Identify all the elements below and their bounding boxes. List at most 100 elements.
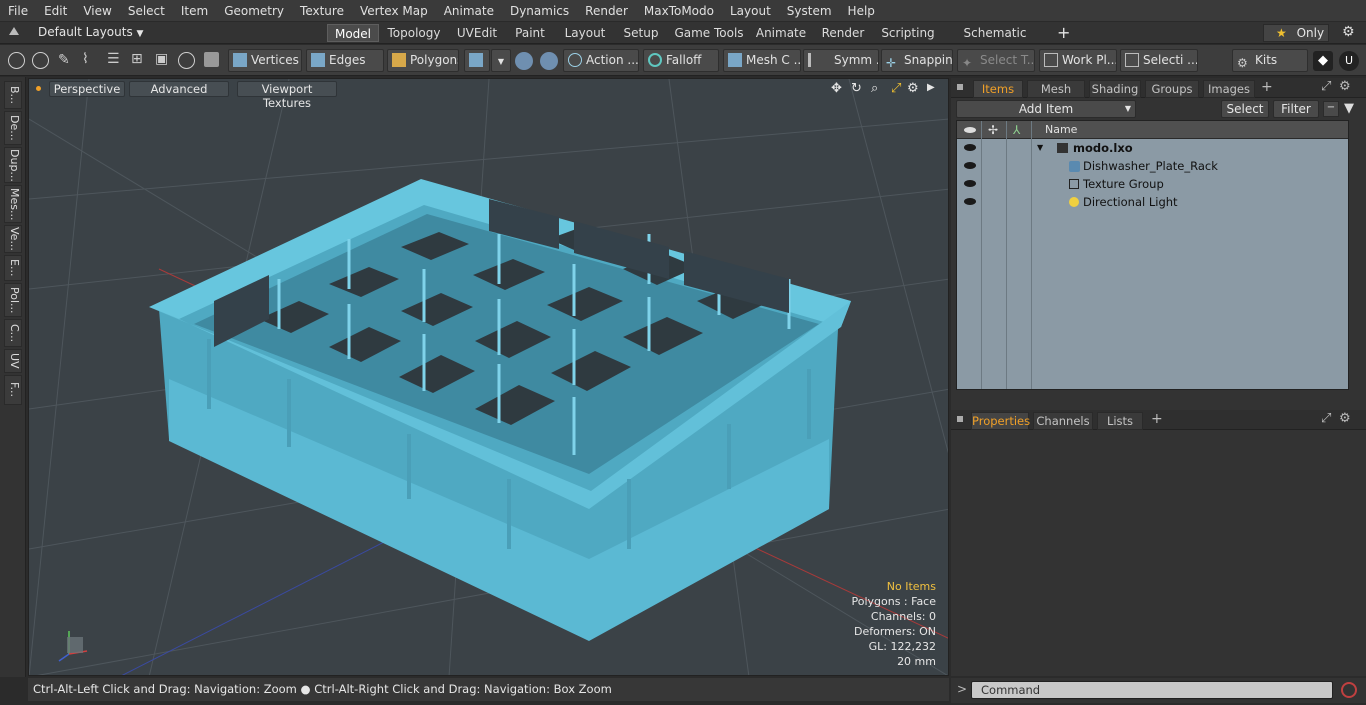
falloff-button[interactable]: Falloff	[643, 49, 719, 72]
left-tab-basic[interactable]: B...	[4, 81, 22, 109]
left-tab-deform[interactable]: De...	[4, 111, 22, 145]
menu-render[interactable]: Render	[577, 0, 636, 22]
tab-uvedit[interactable]: UVEdit	[451, 24, 503, 42]
brush-icon[interactable]: ⌇	[82, 51, 89, 67]
work-plane-button[interactable]: Work Pl...	[1039, 49, 1117, 72]
menu-dynamics[interactable]: Dynamics	[502, 0, 577, 22]
eye-icon[interactable]	[964, 144, 976, 151]
snapping-button[interactable]: ✛ Snapping	[881, 49, 953, 72]
tab-images[interactable]: Images	[1203, 80, 1255, 98]
list-item[interactable]: Texture Group	[957, 175, 1348, 193]
left-tab-edge[interactable]: E...	[4, 255, 22, 281]
left-tab-polygon[interactable]: Pol...	[4, 283, 22, 317]
tab-paint[interactable]: Paint	[509, 24, 551, 42]
tab-schematic-fusion[interactable]: Schematic Fusion	[947, 24, 1043, 58]
tab-scripting[interactable]: Scripting	[878, 24, 938, 42]
collapse-icon[interactable]: −	[1323, 101, 1339, 117]
gear-icon[interactable]: ⚙	[1342, 24, 1355, 40]
dishwasher-plate-rack[interactable]	[149, 179, 851, 641]
symmetry-icon-a[interactable]	[515, 52, 533, 70]
tab-lists[interactable]: Lists	[1097, 412, 1143, 430]
polygons-button[interactable]: Polygons	[387, 49, 459, 72]
viewport-scene[interactable]	[29, 79, 949, 676]
menu-item[interactable]: Item	[173, 0, 216, 22]
rotate-view-icon[interactable]: ↻	[851, 81, 862, 96]
menu-edit[interactable]: Edit	[36, 0, 75, 22]
symmetry-button[interactable]: Symm ...	[803, 49, 879, 72]
item-mode-icon[interactable]	[204, 52, 219, 67]
advanced-button[interactable]: Advanced	[129, 81, 229, 97]
expand-triangle-icon[interactable]: ▼	[1037, 139, 1043, 157]
panel-menu-icon[interactable]	[957, 84, 963, 90]
panel-gear-icon[interactable]: ⚙	[1339, 411, 1351, 426]
record-icon[interactable]	[1341, 682, 1357, 698]
vertices-button[interactable]: Vertices	[228, 49, 302, 72]
element-icon[interactable]: ▣	[155, 51, 168, 67]
expand-icon[interactable]: ⤢	[1321, 79, 1331, 94]
tab-model[interactable]: Model	[327, 24, 379, 42]
add-tab-icon[interactable]: +	[1057, 23, 1070, 42]
tab-shading[interactable]: Shading	[1089, 80, 1141, 98]
menu-animate[interactable]: Animate	[436, 0, 502, 22]
layout-arrow-icon[interactable]	[9, 27, 19, 35]
kits-button[interactable]: ⚙ Kits	[1232, 49, 1308, 72]
left-tab-uv[interactable]: UV	[4, 349, 22, 373]
menu-select[interactable]: Select	[120, 0, 173, 22]
menu-help[interactable]: Help	[840, 0, 883, 22]
menu-system[interactable]: System	[779, 0, 840, 22]
tab-setup[interactable]: Setup	[619, 24, 663, 42]
viewport-textures-button[interactable]: Viewport Textures	[237, 81, 337, 110]
menu-geometry[interactable]: Geometry	[216, 0, 292, 22]
tab-items[interactable]: Items	[973, 80, 1023, 98]
zoom-view-icon[interactable]: ⌕	[871, 81, 878, 96]
left-tab-vertex[interactable]: Ve...	[4, 225, 22, 253]
unity-icon[interactable]: ◆	[1313, 51, 1333, 71]
add-tab-icon[interactable]: +	[1151, 411, 1163, 427]
expand-icon[interactable]: ⤢	[1321, 411, 1331, 426]
left-tab-duplicate[interactable]: Dup...	[4, 147, 22, 183]
tab-layout[interactable]: Layout	[560, 24, 610, 42]
center-icon[interactable]: ⊞	[131, 51, 143, 67]
menu-vertex-map[interactable]: Vertex Map	[352, 0, 436, 22]
select-circle-icon[interactable]	[8, 52, 25, 69]
symmetry-icon-b[interactable]	[540, 52, 558, 70]
tab-render[interactable]: Render	[818, 24, 868, 42]
eye-icon[interactable]	[964, 180, 976, 187]
filter-funnel-icon[interactable]: ▼	[1344, 101, 1354, 116]
tab-game-tools[interactable]: Game Tools	[673, 24, 745, 42]
tab-channels[interactable]: Channels	[1033, 412, 1093, 430]
eye-icon[interactable]	[964, 162, 976, 169]
list-item[interactable]: ▼ modo.lxo	[957, 139, 1348, 157]
select-button[interactable]: Select	[1221, 100, 1269, 118]
pen-icon[interactable]: ✎	[58, 52, 70, 68]
perspective-button[interactable]: Perspective	[49, 81, 125, 97]
tab-mesh-ops[interactable]: Mesh Ops	[1027, 80, 1085, 113]
layout-selector[interactable]: Default Layouts ▼	[38, 25, 143, 39]
action-center-button[interactable]: Action ...	[563, 49, 639, 72]
maximize-view-icon[interactable]: ⤢	[891, 81, 901, 96]
mode-dropdown-button[interactable]: ▼	[491, 49, 511, 72]
viewport-gear-icon[interactable]: ⚙	[907, 81, 919, 96]
select-through-button[interactable]: ✦ Select T...	[957, 49, 1035, 72]
list-item[interactable]: Dishwasher_Plate_Rack	[957, 157, 1348, 175]
rotate-icon[interactable]	[178, 52, 195, 69]
tab-animate[interactable]: Animate	[754, 24, 808, 42]
3d-viewport[interactable]: Perspective Advanced Viewport Textures ✥…	[28, 78, 949, 676]
globe-icon[interactable]	[32, 52, 49, 69]
panel-menu-icon[interactable]	[957, 416, 963, 422]
tab-groups[interactable]: Groups	[1145, 80, 1199, 98]
add-item-button[interactable]: Add Item ▼	[956, 100, 1136, 118]
eye-icon[interactable]	[964, 198, 976, 205]
selection-sets-button[interactable]: Selecti ...	[1120, 49, 1198, 72]
mesh-constraint-button[interactable]: Mesh C ...	[723, 49, 801, 72]
move-view-icon[interactable]: ✥	[831, 81, 842, 96]
menu-layout[interactable]: Layout	[722, 0, 779, 22]
add-tab-icon[interactable]: +	[1261, 79, 1273, 95]
tab-topology[interactable]: Topology	[385, 24, 443, 42]
command-input[interactable]: Command	[971, 681, 1333, 699]
viewport-menu-dot-icon[interactable]	[36, 86, 41, 91]
left-tab-fusion[interactable]: F...	[4, 375, 22, 405]
menu-texture[interactable]: Texture	[292, 0, 352, 22]
material-button[interactable]	[464, 49, 490, 72]
align-icon[interactable]: ☰	[107, 51, 120, 67]
